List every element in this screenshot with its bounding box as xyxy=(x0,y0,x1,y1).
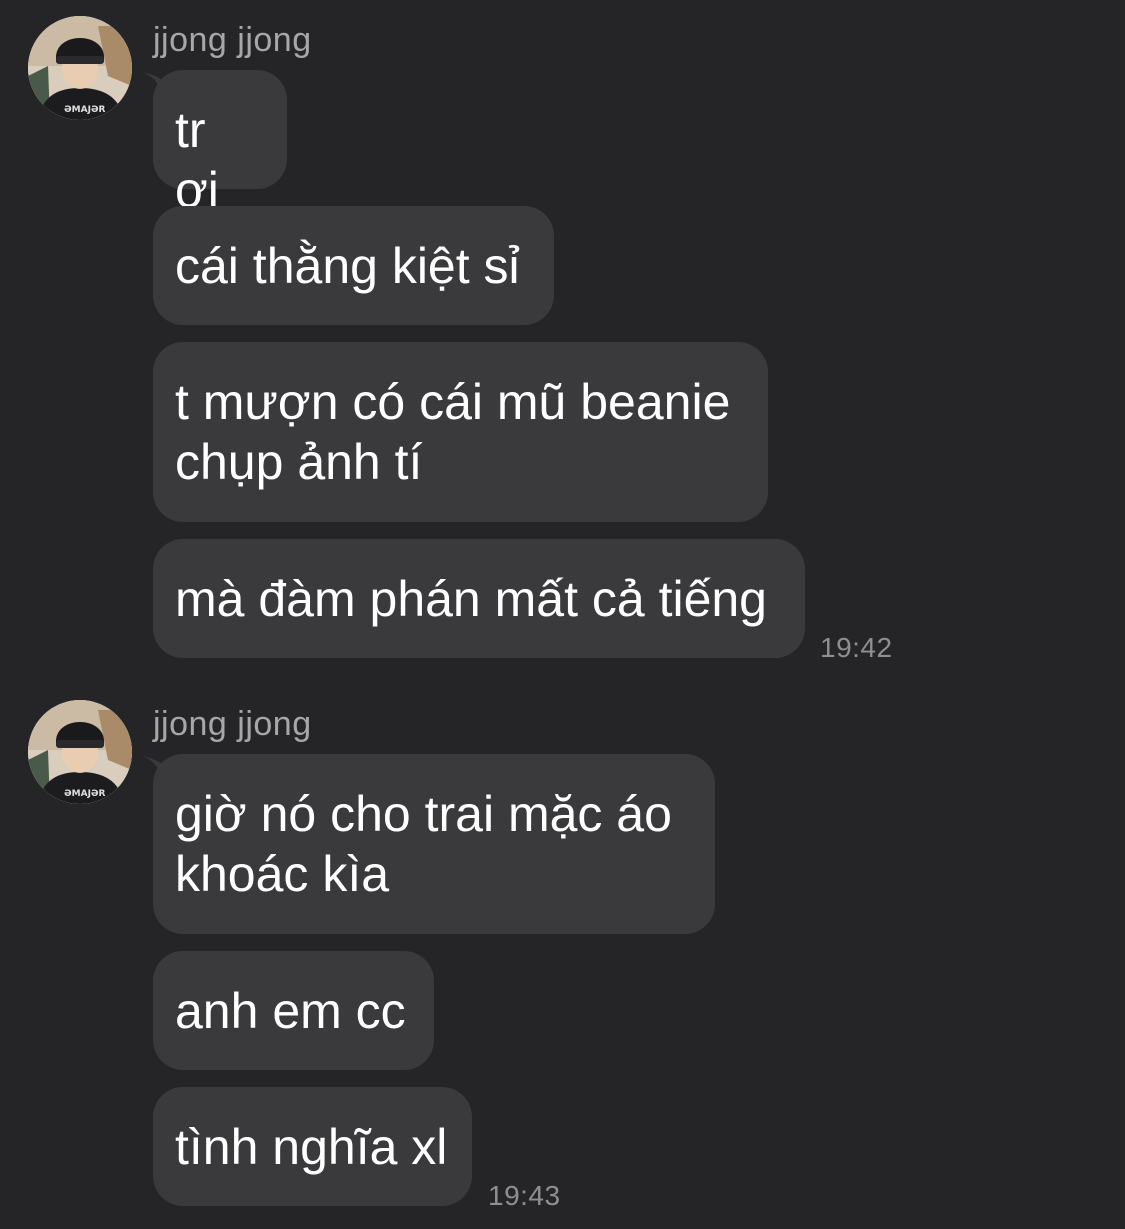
message-bubble[interactable]: tình nghĩa xl xyxy=(153,1087,472,1206)
avatar-photo-icon: ƏMAJƏR xyxy=(28,700,132,804)
message-group: ƏMAJƏR jjong jjong giờ nó cho trai mặc á… xyxy=(0,0,1125,1229)
message-timestamp: 19:43 xyxy=(488,1180,561,1211)
sender-name: jjong jjong xyxy=(153,705,312,743)
svg-text:ƏMAJƏR: ƏMAJƏR xyxy=(64,789,106,799)
message-bubble[interactable]: giờ nó cho trai mặc áo khoác kìa xyxy=(153,754,715,934)
avatar[interactable]: ƏMAJƏR xyxy=(28,700,132,804)
message-bubble[interactable]: anh em cc xyxy=(153,951,434,1070)
